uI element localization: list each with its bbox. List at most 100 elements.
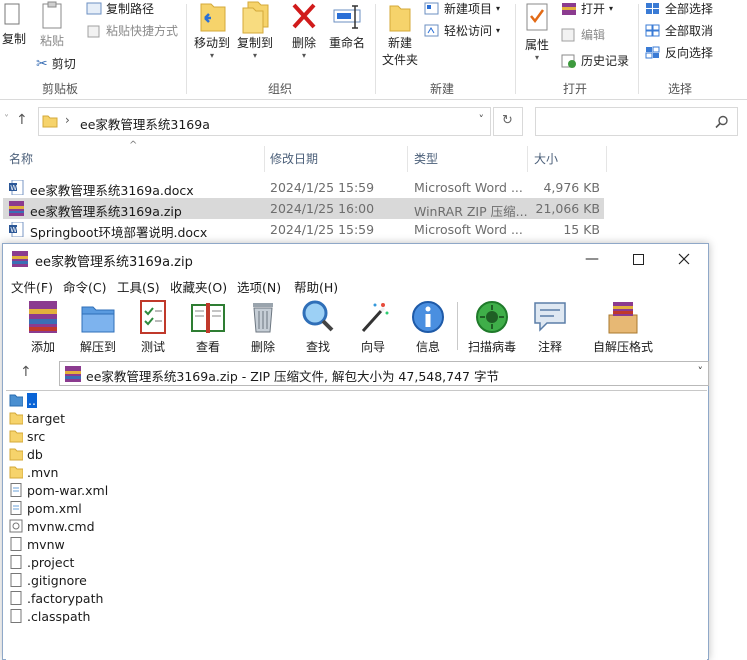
file-row[interactable]: W Springboot环境部署说明.docx 2024/1/25 15:59 … xyxy=(3,219,604,240)
list-item[interactable]: pom-war.xml xyxy=(9,481,108,499)
extract-folder-icon xyxy=(81,306,115,333)
list-item[interactable]: .classpath xyxy=(9,607,90,625)
paste-shortcut-icon xyxy=(87,25,100,37)
column-separator[interactable] xyxy=(407,146,408,172)
column-header-size[interactable]: 大小 xyxy=(534,150,558,167)
list-item[interactable]: .mvn xyxy=(9,463,58,481)
entry-name: .factorypath xyxy=(27,590,104,606)
properties-button[interactable]: 属性 ▾ xyxy=(519,0,555,62)
entry-name: src xyxy=(27,428,46,444)
scan-virus-button[interactable]: 扫描病毒 xyxy=(464,299,520,355)
column-header-name[interactable]: 名称 xyxy=(9,150,33,167)
virus-scan-icon xyxy=(476,301,508,333)
file-row-selected[interactable]: ee家教管理系统3169a.zip 2024/1/25 16:00 WinRAR… xyxy=(3,198,604,219)
up-arrow-icon[interactable]: ↑ xyxy=(16,112,28,128)
rename-button[interactable]: 重命名 xyxy=(327,0,367,51)
ribbon-separator xyxy=(515,4,516,94)
properties-check-icon xyxy=(526,3,548,31)
magic-wand-icon xyxy=(361,303,389,333)
recent-locations-icon[interactable]: ˅ xyxy=(4,114,9,125)
paste-shortcut-button[interactable]: 粘贴快捷方式 xyxy=(86,22,178,39)
list-item[interactable]: target xyxy=(9,409,65,427)
chevron-down-icon: ▾ xyxy=(609,4,614,13)
list-item[interactable]: mvnw.cmd xyxy=(9,517,95,535)
refresh-button[interactable]: ↻ xyxy=(493,107,523,136)
list-item[interactable]: mvnw xyxy=(9,535,65,553)
menu-tools[interactable]: 工具(S) xyxy=(117,277,160,296)
extract-to-button[interactable]: 解压到 xyxy=(70,299,126,355)
entry-name: .classpath xyxy=(27,608,91,624)
file-date: 2024/1/25 16:00 xyxy=(270,201,375,216)
winrar-titlebar[interactable]: ee家教管理系统3169a.zip — xyxy=(3,244,708,274)
sfx-button[interactable]: 自解压格式 xyxy=(586,299,660,355)
menu-file[interactable]: 文件(F) xyxy=(11,277,53,296)
list-item[interactable]: pom.xml xyxy=(9,499,82,517)
paste-button[interactable]: 粘贴 xyxy=(36,0,68,49)
open-button[interactable]: 打开 ▾ xyxy=(561,0,613,17)
list-item[interactable]: db xyxy=(9,445,43,463)
menu-help[interactable]: 帮助(H) xyxy=(294,277,338,296)
column-separator[interactable] xyxy=(264,146,265,172)
delete-archive-label: 删除 xyxy=(250,340,275,354)
chevron-down-icon[interactable]: ˅ xyxy=(698,365,704,378)
info-label: 信息 xyxy=(415,340,440,354)
winrar-toolbar: 添加 解压到 测试 查看 删除 查找 向导 信息 扫描病毒 注释 自解压格式 xyxy=(3,296,708,356)
folder-icon xyxy=(42,115,58,128)
cut-button[interactable]: ✂ 剪切 xyxy=(36,55,76,72)
history-button[interactable]: 历史记录 xyxy=(561,52,629,69)
info-button[interactable]: 信息 xyxy=(400,299,456,355)
archive-file-list[interactable]: .. target src db .mvn pom-war.xml pom.xm… xyxy=(6,390,707,660)
select-all-icon xyxy=(646,2,659,14)
delete-archive-button[interactable]: 删除 xyxy=(235,299,291,355)
delete-button[interactable]: 删除 ▾ xyxy=(288,0,320,60)
address-dropdown-icon[interactable]: ˅ xyxy=(479,113,485,126)
folder-icon xyxy=(9,466,23,479)
file-type: Microsoft Word ... xyxy=(414,222,523,237)
list-item[interactable]: .project xyxy=(9,553,74,571)
find-button[interactable]: 查找 xyxy=(290,299,346,355)
view-button[interactable]: 查看 xyxy=(180,299,236,355)
copy-to-button[interactable]: 复制到 ▾ xyxy=(236,0,274,60)
menu-options[interactable]: 选项(N) xyxy=(237,277,281,296)
list-item[interactable]: .factorypath xyxy=(9,589,103,607)
select-none-label: 全部取消 xyxy=(665,24,714,38)
column-header-type[interactable]: 类型 xyxy=(414,150,438,167)
address-bar[interactable]: › ee家教管理系统3169a ˅ xyxy=(38,107,491,136)
wizard-button[interactable]: 向导 xyxy=(345,299,401,355)
column-header-date[interactable]: 修改日期 xyxy=(270,150,318,167)
sfx-box-icon xyxy=(608,302,638,334)
edit-button[interactable]: 编辑 xyxy=(561,26,605,43)
entry-name: pom-war.xml xyxy=(27,482,109,498)
minimize-button[interactable]: — xyxy=(569,244,615,274)
file-type: WinRAR ZIP 压缩... xyxy=(414,204,528,219)
new-item-button[interactable]: 新建项目 ▾ xyxy=(424,0,500,17)
add-button[interactable]: 添加 xyxy=(15,299,71,355)
list-item[interactable]: src xyxy=(9,427,45,445)
test-button[interactable]: 测试 xyxy=(125,299,181,355)
comment-button[interactable]: 注释 xyxy=(522,299,578,355)
list-item[interactable]: .gitignore xyxy=(9,571,87,589)
copy-button[interactable]: 复制 xyxy=(0,0,28,47)
column-separator[interactable] xyxy=(606,146,607,172)
file-row[interactable]: W ee家教管理系统3169a.docx 2024/1/25 15:59 Mic… xyxy=(3,177,604,198)
column-separator[interactable] xyxy=(527,146,528,172)
select-all-button[interactable]: 全部选择 xyxy=(645,0,713,17)
archive-path-dropdown[interactable]: ee家教管理系统3169a.zip - ZIP 压缩文件, 解包大小为 47,5… xyxy=(59,361,709,386)
move-to-button[interactable]: 移动到 ▾ xyxy=(193,0,231,60)
menu-favorites[interactable]: 收藏夹(O) xyxy=(170,277,227,296)
history-label: 历史记录 xyxy=(581,54,630,68)
list-item[interactable]: .. xyxy=(9,391,37,409)
easy-access-button[interactable]: 轻松访问 ▾ xyxy=(424,22,500,39)
select-none-button[interactable]: 全部取消 xyxy=(645,22,713,39)
menu-commands[interactable]: 命令(C) xyxy=(63,277,106,296)
file-size: 15 KB xyxy=(563,222,600,237)
up-folder-icon[interactable]: ↑ xyxy=(20,364,32,380)
search-input[interactable] xyxy=(535,107,738,136)
copy-path-button[interactable]: 复制路径 xyxy=(86,0,154,17)
close-button[interactable] xyxy=(661,244,707,274)
invert-selection-button[interactable]: 反向选择 xyxy=(645,44,713,61)
entry-name: .project xyxy=(27,554,75,570)
winrar-menubar: 文件(F) 命令(C) 工具(S) 收藏夹(O) 选项(N) 帮助(H) xyxy=(3,274,708,296)
maximize-button[interactable] xyxy=(615,244,661,274)
new-folder-button[interactable]: 新建 文件夹 xyxy=(380,0,420,68)
